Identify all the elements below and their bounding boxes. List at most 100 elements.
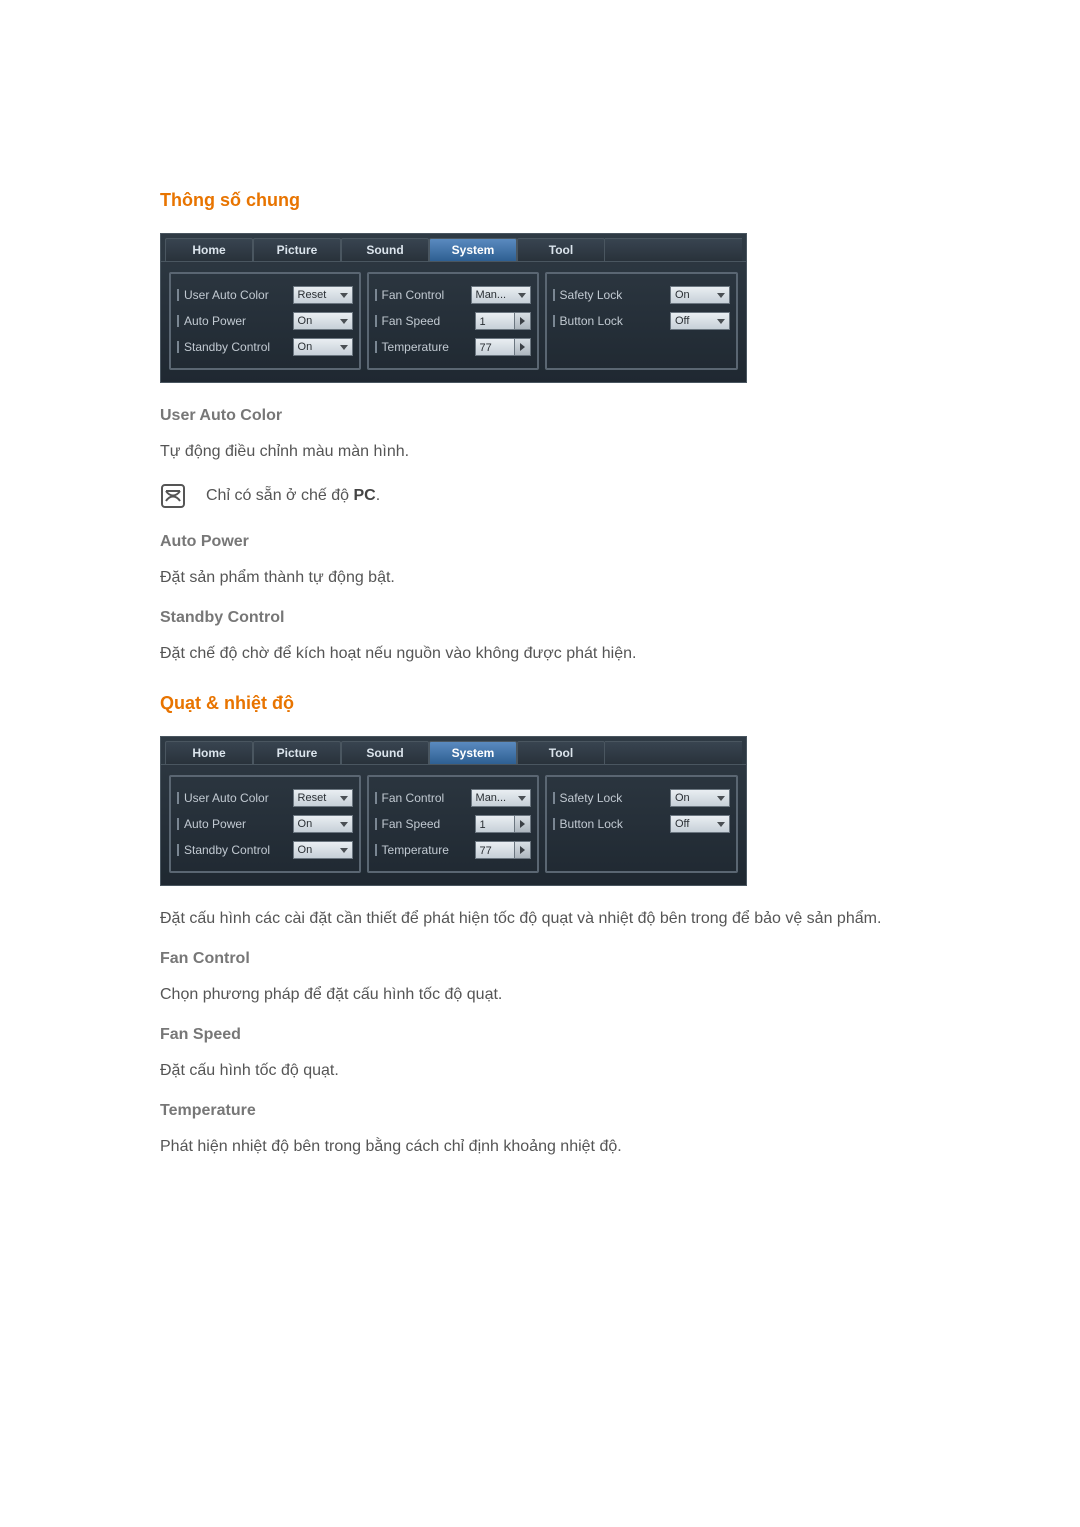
section-title-fan-temp: Quạt & nhiệt độ: [160, 693, 1020, 714]
chevron-down-icon: [518, 796, 526, 801]
tab-system[interactable]: System: [429, 741, 517, 764]
select-user-auto-color-value: Reset: [298, 789, 327, 807]
label-standby-control: Standby Control: [177, 340, 270, 354]
select-user-auto-color[interactable]: Reset: [293, 286, 353, 304]
desc-fan-temp-intro: Đặt cấu hình các cài đặt cần thiết để ph…: [160, 910, 1020, 928]
chevron-down-icon: [717, 796, 725, 801]
tab-sound[interactable]: Sound: [341, 741, 429, 764]
spinner-temperature[interactable]: 77: [475, 841, 531, 859]
select-standby-control[interactable]: On: [293, 841, 353, 859]
select-button-lock-value: Off: [675, 312, 689, 330]
label-standby-control: Standby Control: [177, 843, 270, 857]
spinner-temperature-button[interactable]: [515, 841, 531, 859]
select-fan-control[interactable]: Man...: [471, 789, 531, 807]
row-standby-control: Standby Control On: [177, 336, 353, 358]
note-text-suffix: .: [376, 487, 380, 504]
chevron-right-icon: [520, 820, 525, 828]
select-auto-power[interactable]: On: [293, 312, 353, 330]
spinner-fan-speed[interactable]: 1: [475, 312, 531, 330]
chevron-down-icon: [717, 319, 725, 324]
spinner-temperature-button[interactable]: [515, 338, 531, 356]
spinner-fan-speed-value: 1: [475, 815, 515, 833]
heading-temperature: Temperature: [160, 1102, 1020, 1120]
select-safety-lock[interactable]: On: [670, 286, 730, 304]
desc-temperature: Phát hiện nhiệt độ bên trong bằng cách c…: [160, 1138, 1020, 1156]
row-temperature: Temperature 77: [375, 336, 531, 358]
tab-home[interactable]: Home: [165, 741, 253, 764]
chevron-down-icon: [717, 293, 725, 298]
tab-strip: Home Picture Sound System Tool: [161, 234, 746, 262]
select-button-lock[interactable]: Off: [670, 815, 730, 833]
chevron-down-icon: [340, 345, 348, 350]
desc-user-auto-color: Tự động điều chỉnh màu màn hình.: [160, 443, 1020, 461]
select-user-auto-color-value: Reset: [298, 286, 327, 304]
row-button-lock: Button Lock Off: [553, 310, 730, 332]
desc-standby-control: Đặt chế độ chờ để kích hoạt nếu nguồn và…: [160, 645, 1020, 663]
chevron-down-icon: [340, 848, 348, 853]
select-standby-control-value: On: [298, 841, 313, 859]
row-auto-power: Auto Power On: [177, 310, 353, 332]
spinner-fan-speed-value: 1: [475, 312, 515, 330]
chevron-down-icon: [340, 319, 348, 324]
select-fan-control[interactable]: Man...: [471, 286, 531, 304]
tab-home[interactable]: Home: [165, 238, 253, 261]
desc-fan-speed: Đặt cấu hình tốc độ quạt.: [160, 1062, 1020, 1080]
select-standby-control[interactable]: On: [293, 338, 353, 356]
heading-fan-control: Fan Control: [160, 950, 1020, 968]
desc-fan-control: Chọn phương pháp để đặt cấu hình tốc độ …: [160, 986, 1020, 1004]
label-auto-power: Auto Power: [177, 817, 246, 831]
label-fan-speed: Fan Speed: [375, 314, 441, 328]
chevron-down-icon: [518, 293, 526, 298]
settings-col-general: User Auto Color Reset Auto Power On: [169, 272, 361, 370]
select-safety-lock-value: On: [675, 286, 690, 304]
select-button-lock[interactable]: Off: [670, 312, 730, 330]
note-icon: [160, 483, 186, 509]
desc-auto-power: Đặt sản phẩm thành tự động bật.: [160, 569, 1020, 587]
chevron-right-icon: [520, 846, 525, 854]
heading-fan-speed: Fan Speed: [160, 1026, 1020, 1044]
tab-system[interactable]: System: [429, 238, 517, 261]
label-auto-power: Auto Power: [177, 314, 246, 328]
settings-col-fan: Fan Control Man... Fan Speed 1: [367, 272, 539, 370]
tab-tool[interactable]: Tool: [517, 238, 605, 261]
tab-strip-filler: [605, 238, 742, 261]
chevron-right-icon: [520, 317, 525, 325]
tab-tool[interactable]: Tool: [517, 741, 605, 764]
tab-sound[interactable]: Sound: [341, 238, 429, 261]
settings-panel-fan-temp: Home Picture Sound System Tool User Auto…: [160, 736, 747, 886]
label-fan-control: Fan Control: [375, 288, 445, 302]
section-title-general: Thông số chung: [160, 190, 1020, 211]
spinner-temperature-value: 77: [475, 841, 515, 859]
spinner-fan-speed[interactable]: 1: [475, 815, 531, 833]
label-fan-control: Fan Control: [375, 791, 445, 805]
label-safety-lock: Safety Lock: [553, 791, 623, 805]
select-auto-power[interactable]: On: [293, 815, 353, 833]
tab-picture[interactable]: Picture: [253, 741, 341, 764]
label-fan-speed: Fan Speed: [375, 817, 441, 831]
note-pc-only: Chỉ có sẵn ở chế độ PC.: [160, 483, 1020, 509]
select-standby-control-value: On: [298, 338, 313, 356]
note-text-prefix: Chỉ có sẵn ở chế độ: [206, 487, 353, 504]
tab-picture[interactable]: Picture: [253, 238, 341, 261]
spinner-fan-speed-button[interactable]: [515, 815, 531, 833]
select-button-lock-value: Off: [675, 815, 689, 833]
tab-strip: Home Picture Sound System Tool: [161, 737, 746, 765]
settings-col-lock: Safety Lock On Button Lock Off: [545, 272, 738, 370]
row-fan-speed: Fan Speed 1: [375, 310, 531, 332]
settings-col-fan: Fan ControlMan... Fan Speed1 Temperature…: [367, 775, 539, 873]
select-safety-lock-value: On: [675, 789, 690, 807]
row-safety-lock: Safety Lock On: [553, 284, 730, 306]
label-button-lock: Button Lock: [553, 314, 623, 328]
settings-panel-general: Home Picture Sound System Tool User Auto…: [160, 233, 747, 383]
row-user-auto-color: User Auto Color Reset: [177, 284, 353, 306]
chevron-down-icon: [340, 796, 348, 801]
heading-auto-power: Auto Power: [160, 533, 1020, 551]
label-user-auto-color: User Auto Color: [177, 791, 269, 805]
spinner-temperature[interactable]: 77: [475, 338, 531, 356]
select-safety-lock[interactable]: On: [670, 789, 730, 807]
select-user-auto-color[interactable]: Reset: [293, 789, 353, 807]
spinner-fan-speed-button[interactable]: [515, 312, 531, 330]
note-text: Chỉ có sẵn ở chế độ PC.: [206, 487, 380, 505]
spinner-temperature-value: 77: [475, 338, 515, 356]
select-auto-power-value: On: [298, 815, 313, 833]
